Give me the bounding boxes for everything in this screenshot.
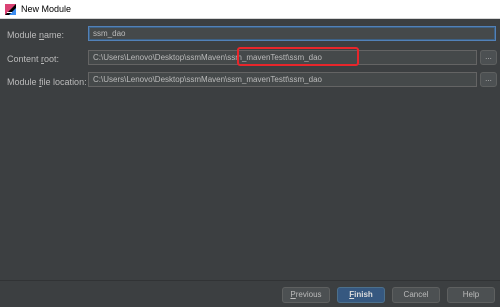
module-name-label: Module name: bbox=[7, 30, 65, 40]
content-root-label: Content root: bbox=[7, 54, 60, 64]
finish-button[interactable]: Finish bbox=[337, 287, 385, 303]
help-button[interactable]: Help bbox=[447, 287, 495, 303]
module-name-input[interactable]: ssm_dao bbox=[88, 26, 496, 41]
module-file-location-label: Module file location: bbox=[7, 77, 87, 87]
title-bar: New Module bbox=[0, 0, 500, 19]
intellij-idea-icon bbox=[5, 3, 16, 15]
module-file-location-input[interactable]: C:\Users\Lenovo\Desktop\ssmMaven\ssm_mav… bbox=[88, 72, 477, 87]
previous-button[interactable]: Previous bbox=[282, 287, 330, 303]
module-file-location-browse-button[interactable]: ... bbox=[480, 72, 497, 87]
footer-divider bbox=[0, 280, 500, 281]
window-title: New Module bbox=[21, 4, 72, 14]
content-root-browse-button[interactable]: ... bbox=[480, 50, 497, 65]
highlight-annotation bbox=[237, 47, 359, 66]
cancel-button[interactable]: Cancel bbox=[392, 287, 440, 303]
